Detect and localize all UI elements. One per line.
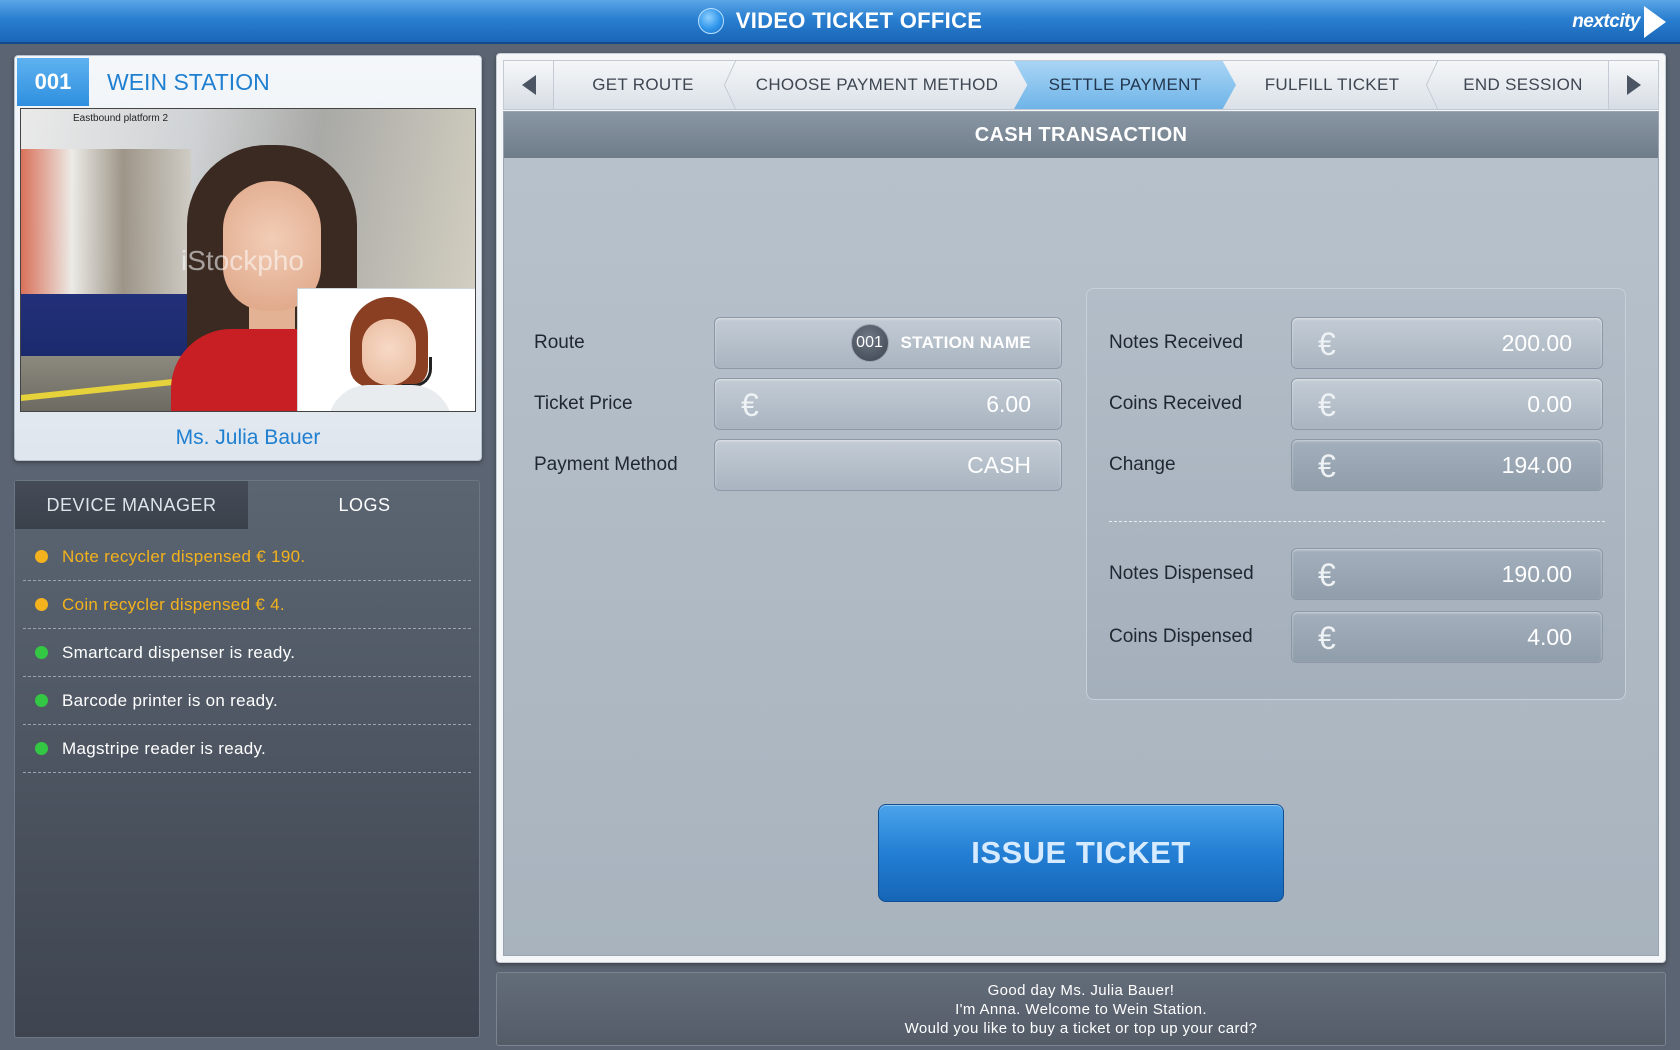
message-line: Good day Ms. Julia Bauer! (987, 981, 1175, 999)
step-fulfill-ticket[interactable]: FULFILL TICKET (1232, 61, 1432, 109)
coins-dispensed-value: 4.00 (1527, 623, 1572, 650)
issue-ticket-button[interactable]: ISSUE TICKET (878, 804, 1284, 902)
platform-sign: Eastbound platform 2 (73, 113, 169, 124)
message-line: Would you like to buy a ticket or top up… (904, 1019, 1258, 1037)
headset-icon (402, 357, 432, 387)
chevron-right-icon (1626, 75, 1641, 95)
notes-received-value: 200.00 (1501, 329, 1572, 356)
euro-icon: € (1318, 326, 1336, 362)
euro-icon: € (1318, 620, 1336, 656)
euro-icon: € (1318, 448, 1336, 484)
customer-video[interactable]: Eastbound platform 2 iStockpho (20, 108, 476, 412)
change-field[interactable]: € 194.00 (1291, 439, 1603, 491)
top-bar: VIDEO TICKET OFFICE nextcity (0, 0, 1680, 44)
workflow-steps: GET ROUTE CHOOSE PAYMENT METHOD SETTLE P… (503, 60, 1659, 110)
log-list: Note recycler dispensed € 190. Coin recy… (23, 533, 471, 773)
euro-icon: € (1318, 557, 1336, 593)
app-title: VIDEO TICKET OFFICE (735, 8, 983, 33)
log-item: Coin recycler dispensed € 4. (23, 581, 471, 629)
notes-received-field[interactable]: € 200.00 (1291, 317, 1603, 369)
log-text: Coin recycler dispensed € 4. (62, 594, 285, 614)
warning-status-icon (35, 598, 48, 611)
log-item: Smartcard dispenser is ready. (23, 629, 471, 677)
ok-status-icon (35, 646, 48, 659)
notes-dispensed-label: Notes Dispensed (1109, 563, 1254, 584)
log-item: Magstripe reader is ready. (23, 725, 471, 773)
step-choose-payment-method[interactable]: CHOOSE PAYMENT METHOD (736, 61, 1018, 109)
brand-arrow-icon (1644, 6, 1666, 38)
ok-status-icon (35, 694, 48, 707)
coins-received-label: Coins Received (1109, 393, 1243, 414)
notes-dispensed-value: 190.00 (1501, 560, 1572, 587)
main-panel: GET ROUTE CHOOSE PAYMENT METHOD SETTLE P… (496, 53, 1666, 963)
previous-step-button[interactable] (504, 61, 554, 109)
tab-logs[interactable]: LOGS (248, 481, 481, 529)
notes-received-label: Notes Received (1109, 332, 1244, 353)
brand-logo: nextcity (1572, 6, 1666, 38)
ticket-price-value: 6.00 (986, 390, 1031, 417)
section-title: CASH TRANSACTION (504, 112, 1658, 158)
euro-icon: € (741, 387, 759, 423)
ticket-price-label: Ticket Price (534, 393, 633, 414)
change-label: Change (1109, 454, 1176, 475)
cash-summary-box: Notes Received € 200.00 Coins Received €… (1086, 288, 1626, 700)
app-logo-icon (697, 8, 724, 34)
station-name: WEIN STATION (107, 68, 270, 95)
app-title-area: VIDEO TICKET OFFICE (0, 0, 1680, 42)
log-text: Note recycler dispensed € 190. (62, 546, 306, 566)
payment-method-value: CASH (967, 451, 1031, 478)
coins-received-value: 0.00 (1527, 390, 1572, 417)
log-text: Barcode printer is on ready. (62, 690, 278, 710)
payment-method-field[interactable]: CASH (714, 439, 1062, 491)
log-text: Smartcard dispenser is ready. (62, 642, 296, 662)
ok-status-icon (35, 742, 48, 755)
chevron-left-icon (521, 75, 536, 95)
station-id-badge: 001 (17, 58, 89, 106)
transaction-content: CASH TRANSACTION Route 001 STATION NAME … (503, 111, 1659, 956)
next-step-button[interactable] (1608, 61, 1658, 109)
coins-dispensed-field[interactable]: € 4.00 (1291, 611, 1603, 663)
step-get-route[interactable]: GET ROUTE (556, 61, 730, 109)
route-field[interactable]: 001 STATION NAME (714, 317, 1062, 369)
tab-device-manager[interactable]: DEVICE MANAGER (15, 481, 248, 529)
route-station-name: STATION NAME (900, 333, 1031, 352)
agent-body (328, 385, 452, 411)
device-panel: DEVICE MANAGER LOGS Note recycler dispen… (14, 480, 480, 1038)
log-item: Note recycler dispensed € 190. (23, 533, 471, 581)
route-label: Route (534, 332, 585, 353)
cash-divider (1109, 521, 1605, 522)
train-image (21, 149, 191, 299)
message-line: I'm Anna. Welcome to Wein Station. (955, 1000, 1207, 1018)
brand-name: nextcity (1572, 11, 1640, 32)
warning-status-icon (35, 550, 48, 563)
coins-dispensed-label: Coins Dispensed (1109, 626, 1253, 647)
caller-card: 001 WEIN STATION Eastbound platform 2 iS… (14, 55, 482, 461)
watermark: iStockpho (181, 245, 304, 276)
log-text: Magstripe reader is ready. (62, 738, 267, 758)
agent-message: Good day Ms. Julia Bauer! I'm Anna. Welc… (496, 972, 1666, 1046)
payment-method-label: Payment Method (534, 454, 678, 475)
coins-received-field[interactable]: € 0.00 (1291, 378, 1603, 430)
change-value: 194.00 (1501, 451, 1572, 478)
euro-icon: € (1318, 387, 1336, 423)
step-end-session[interactable]: END SESSION (1436, 61, 1610, 109)
notes-dispensed-field[interactable]: € 190.00 (1291, 548, 1603, 600)
caller-name: Ms. Julia Bauer (175, 426, 321, 449)
ticket-price-field[interactable]: € 6.00 (714, 378, 1062, 430)
agent-video[interactable] (297, 288, 475, 411)
route-number-badge: 001 (850, 324, 889, 362)
log-item: Barcode printer is on ready. (23, 677, 471, 725)
step-settle-payment[interactable]: SETTLE PAYMENT (1014, 61, 1236, 109)
